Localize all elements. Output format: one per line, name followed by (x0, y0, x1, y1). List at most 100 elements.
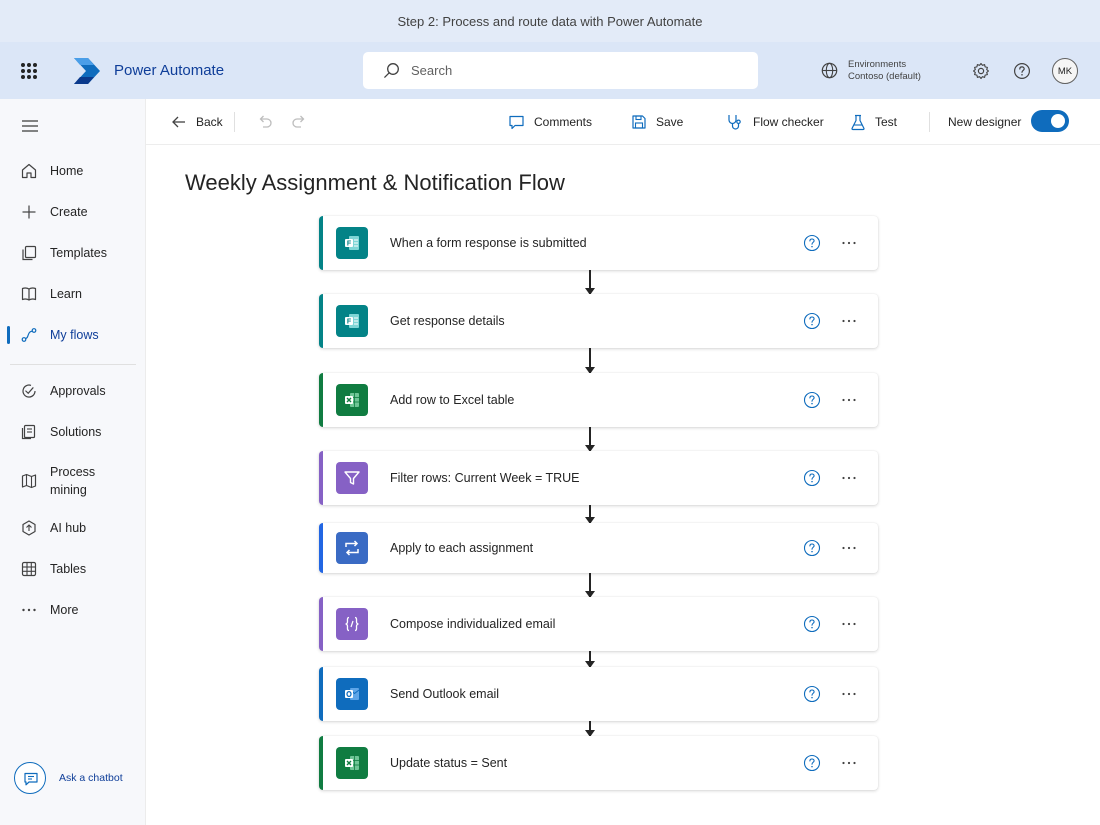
save-icon (632, 115, 646, 129)
sidebar-item-templates[interactable]: Templates (0, 236, 146, 270)
ai-hub-icon (22, 520, 36, 536)
toolbar-divider (234, 112, 235, 132)
step-accent (319, 667, 323, 721)
step-connector-arrow (585, 505, 595, 524)
flow-step-add-row[interactable]: Add row to Excel table (319, 373, 878, 427)
redo-icon[interactable] (291, 113, 308, 130)
step-accent (319, 451, 323, 505)
app-launcher-icon[interactable] (21, 63, 37, 79)
sidebar-item-label: Learn (50, 287, 82, 301)
help-icon[interactable] (803, 685, 821, 703)
back-button[interactable]: Back (171, 99, 223, 145)
help-icon[interactable] (1013, 62, 1031, 80)
flow-step-send-email[interactable]: Send Outlook email (319, 667, 878, 721)
sidebar-item-ai-hub[interactable]: AI hub (0, 511, 146, 545)
help-icon[interactable] (803, 234, 821, 252)
arrow-left-icon (172, 116, 185, 128)
more-options-icon[interactable] (840, 685, 858, 703)
sidebar-item-label: AI hub (50, 521, 87, 535)
step-accent (319, 294, 323, 348)
test-label: Test (875, 115, 898, 129)
save-label: Save (656, 115, 684, 129)
save-button[interactable]: Save (631, 99, 683, 145)
flow-step-apply-to-each[interactable]: Apply to each assignment (319, 523, 878, 573)
more-options-icon[interactable] (840, 754, 858, 772)
help-icon[interactable] (803, 312, 821, 330)
search-input[interactable] (411, 52, 741, 89)
more-options-icon[interactable] (840, 469, 858, 487)
outlook-icon (336, 678, 368, 710)
step-connector-arrow (585, 427, 595, 452)
more-icon (22, 608, 36, 612)
search-box[interactable] (363, 52, 758, 89)
app-name[interactable]: Power Automate (114, 62, 224, 79)
help-icon[interactable] (803, 539, 821, 557)
plus-icon (22, 205, 36, 219)
more-options-icon[interactable] (840, 539, 858, 557)
solutions-icon (21, 424, 36, 440)
environment-picker[interactable]: Environments Contoso (default) (848, 59, 921, 83)
environment-label: Environments (848, 59, 907, 70)
step-connector-arrow (585, 573, 595, 598)
sidebar-item-label: Process mining (50, 465, 96, 497)
sidebar-item-label: More (50, 603, 79, 617)
app-header: Power Automate Environments Contoso (def… (0, 42, 1100, 99)
approvals-icon (22, 384, 36, 398)
step-label: Send Outlook email (390, 687, 500, 701)
book-icon (21, 287, 37, 301)
table-icon (21, 561, 37, 577)
gear-icon[interactable] (972, 62, 990, 80)
flow-step-update-status[interactable]: Update status = Sent (319, 736, 878, 790)
comments-label: Comments (534, 115, 593, 129)
svg-text:F: F (347, 319, 352, 326)
forms-icon: F (336, 227, 368, 259)
help-icon[interactable] (803, 391, 821, 409)
flow-step-compose[interactable]: Compose individualized email (319, 597, 878, 651)
help-icon[interactable] (803, 754, 821, 772)
flow-checker-button[interactable]: Flow checker (726, 99, 824, 145)
environment-value: Contoso (default) (848, 71, 921, 82)
test-button[interactable]: Test (850, 99, 897, 145)
sidebar-item-learn[interactable]: Learn (0, 277, 146, 311)
back-label: Back (196, 115, 223, 129)
new-designer-toggle[interactable] (1031, 110, 1069, 132)
sidebar: Home Create Templates Learn My flows App… (0, 99, 146, 825)
excel-icon (336, 747, 368, 779)
flow-step-filter-rows[interactable]: Filter rows: Current Week = TRUE (319, 451, 878, 505)
sidebar-item-create[interactable]: Create (0, 195, 146, 229)
sidebar-item-approvals[interactable]: Approvals (0, 374, 146, 408)
comment-icon (509, 115, 524, 129)
more-options-icon[interactable] (840, 615, 858, 633)
step-accent (319, 597, 323, 651)
undo-icon[interactable] (256, 113, 273, 130)
flow-step-trigger[interactable]: F When a form response is submitted (319, 216, 878, 270)
sidebar-item-process-mining[interactable]: Process mining (0, 456, 146, 506)
step-accent (319, 736, 323, 790)
flow-canvas: Weekly Assignment & Notification Flow F … (147, 146, 1100, 825)
search-icon (384, 63, 399, 78)
sidebar-item-label: Create (50, 205, 88, 219)
step-accent (319, 373, 323, 427)
sidebar-item-my-flows[interactable]: My flows (0, 318, 146, 352)
more-options-icon[interactable] (840, 234, 858, 252)
avatar[interactable]: MK (1052, 58, 1078, 84)
chatbot-label[interactable]: Ask a chatbot (59, 772, 123, 784)
globe-icon[interactable] (821, 62, 838, 79)
new-designer-label: New designer (948, 115, 1022, 129)
step-connector-arrow (585, 348, 595, 374)
stethoscope-icon (728, 115, 741, 130)
sidebar-item-home[interactable]: Home (0, 154, 146, 188)
hamburger-icon[interactable] (22, 119, 38, 133)
more-options-icon[interactable] (840, 391, 858, 409)
sidebar-item-tables[interactable]: Tables (0, 552, 146, 586)
flow-step-get-response[interactable]: F Get response details (319, 294, 878, 348)
chatbot-button[interactable] (14, 762, 46, 794)
comments-button[interactable]: Comments (508, 99, 592, 145)
help-icon[interactable] (803, 469, 821, 487)
sidebar-item-solutions[interactable]: Solutions (0, 415, 146, 449)
help-icon[interactable] (803, 615, 821, 633)
templates-icon (22, 245, 37, 261)
more-options-icon[interactable] (840, 312, 858, 330)
sidebar-item-label: Solutions (50, 425, 102, 439)
sidebar-item-more[interactable]: More (0, 593, 146, 627)
